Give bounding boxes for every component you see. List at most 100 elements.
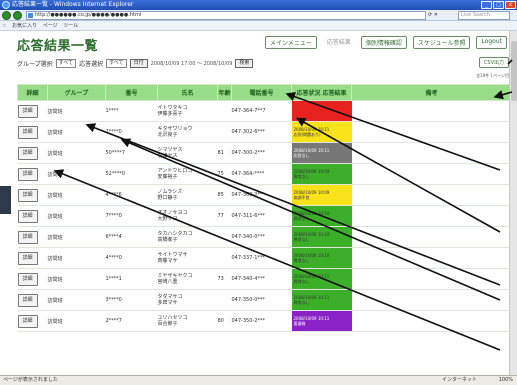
- notes-cell: [351, 247, 512, 269]
- age-cell: [217, 247, 232, 269]
- detail-button[interactable]: 詳細: [17, 209, 38, 223]
- number-cell: 2****0: [105, 121, 158, 143]
- detail-cell: 詳細: [17, 268, 48, 290]
- age-cell: 80: [217, 310, 232, 332]
- search-input[interactable]: Live Search: [458, 11, 510, 20]
- status-cell: 2008/10/09 10:09 体調不良: [291, 184, 352, 206]
- favorites-star-icon[interactable]: ☆: [2, 21, 6, 31]
- notes-cell: [351, 268, 512, 290]
- age-cell: 75: [217, 163, 232, 185]
- filter-row: グループ選択 すべて 応答選択 すべて 日付 2008/10/09 17:00 …: [17, 57, 507, 69]
- detail-button[interactable]: 詳細: [17, 104, 38, 118]
- detail-button[interactable]: 詳細: [17, 125, 38, 139]
- phone-cell: 047-364-****: [231, 163, 292, 185]
- ie-logo-icon: [2, 1, 10, 9]
- table-row: 詳細 訪問班 52****0 アンドウヒロコ 安藤裕子 75 047-364-**** 20…: [17, 163, 512, 185]
- name-cell: サイトウマサ 斉藤マサ: [157, 247, 218, 269]
- table-row: 詳細 訪問班 2****0 キタザワリョウ 北沢良子 047-302-6*** 2008/…: [17, 121, 512, 143]
- name-cell: タカハシタカコ 高橋孝子: [157, 226, 218, 248]
- detail-button[interactable]: 詳細: [17, 146, 38, 160]
- command-toolbar: ☆ お気に入り ページ ツール: [0, 21, 517, 31]
- group-select[interactable]: すべて: [55, 58, 77, 68]
- group-cell: 訪問班: [47, 289, 106, 311]
- csv-export-button[interactable]: CSV出力: [478, 57, 509, 68]
- response-results-link: 応答結果: [322, 36, 355, 49]
- close-button[interactable]: ×: [505, 1, 516, 9]
- detail-button[interactable]: 詳細: [17, 251, 38, 265]
- table-row: 詳細 訪問班 7****0 オオノサヨコ 大野サヨ 77 047-311-6*** 2008…: [17, 205, 512, 227]
- header-detail: 詳細: [17, 84, 48, 101]
- name-cell: アンドウヒロコ 安藤裕子: [157, 163, 218, 185]
- back-icon[interactable]: [2, 11, 11, 20]
- status-cell: 2008/10/09 10:11 要連絡: [291, 310, 352, 332]
- number-cell: 6****4: [105, 226, 158, 248]
- detail-button[interactable]: 詳細: [17, 188, 38, 202]
- minimize-button[interactable]: _: [481, 1, 492, 9]
- name-cell: タダマサコ 多田マサ: [157, 289, 218, 311]
- window-title: 応答結果一覧 - Windows Internet Explorer: [12, 1, 134, 8]
- status-cell: 2008/10/09 10:09 異常なし: [291, 163, 352, 185]
- table-row: 詳細 訪問班 50****7 シマヅヤス 島津ヤス 81 047-300-2*** 2008…: [17, 142, 512, 164]
- group-cell: 訪問班: [47, 247, 106, 269]
- group-cell: 訪問班: [47, 163, 106, 185]
- age-cell: 85: [217, 184, 232, 206]
- phone-cell: 047-364-7**7: [231, 100, 292, 122]
- favorites-menu[interactable]: お気に入り: [12, 21, 37, 31]
- forward-icon[interactable]: [13, 11, 22, 20]
- search-button[interactable]: 検索: [235, 58, 254, 68]
- detail-button[interactable]: 詳細: [17, 230, 38, 244]
- date-button[interactable]: 日付: [129, 58, 148, 68]
- detail-button[interactable]: 詳細: [17, 272, 38, 286]
- vertical-scrollbar[interactable]: [509, 31, 517, 375]
- header-status: 応答状況 応答結果: [291, 84, 352, 101]
- number-cell: 1****: [105, 100, 158, 122]
- group-cell: 訪問班: [47, 268, 106, 290]
- name-cell: ユリハセツコ 百合節子: [157, 310, 218, 332]
- group-cell: 訪問班: [47, 142, 106, 164]
- detail-cell: 詳細: [17, 100, 48, 122]
- detail-cell: 詳細: [17, 226, 48, 248]
- scrollbar-thumb[interactable]: [511, 41, 517, 101]
- table-row: 詳細 訪問班 1****1 ミヤザキヤクコ 宮崎八重 73 047-340-4*** 200…: [17, 268, 512, 290]
- group-select-label: グループ選択: [17, 60, 53, 68]
- results-table: 詳細 グループ 番号 氏名 年齢 電話番号 応答状況 応答結果 備考 詳細 訪問班…: [17, 84, 512, 332]
- name-cell: シマヅヤス 島津ヤス: [157, 142, 218, 164]
- individual-info-link[interactable]: 個別情報確認: [360, 36, 407, 49]
- age-cell: 77: [217, 205, 232, 227]
- detail-button[interactable]: 詳細: [17, 293, 38, 307]
- header-notes: 備考: [351, 84, 512, 101]
- main-menu-link[interactable]: メインメニュー: [265, 36, 317, 49]
- date-range: 2008/10/09 17:00 ～ 2008/10/09: [150, 60, 233, 67]
- page-title: 応答結果一覧: [17, 39, 99, 54]
- schedule-link[interactable]: スケジュール参照: [412, 36, 471, 49]
- group-cell: 訪問班: [47, 100, 106, 122]
- zoom-level[interactable]: 100%: [499, 376, 513, 385]
- status-cell: 2008/10/09 10:11 異常なし: [291, 268, 352, 290]
- notes-cell: [351, 310, 512, 332]
- group-cell: 訪問班: [47, 226, 106, 248]
- tools-menu[interactable]: ツール: [63, 21, 78, 31]
- table-row: 詳細 訪問班 1**** イトウタキコ 伊藤多喜子 047-364-7**7: [17, 100, 512, 122]
- status-cell: 2008/10/09 10:10 異常なし: [291, 226, 352, 248]
- url-input[interactable]: http://●●●●●●.co.jp/●●●●/●●●●.html: [26, 11, 426, 20]
- detail-button[interactable]: 詳細: [17, 167, 38, 181]
- detail-cell: 詳細: [17, 184, 48, 206]
- number-cell: 4****0: [105, 247, 158, 269]
- page-menu[interactable]: ページ: [43, 21, 58, 31]
- number-cell: 7****0: [105, 205, 158, 227]
- logout-link[interactable]: Logout: [476, 36, 507, 49]
- url-text: http://●●●●●●.co.jp/●●●●/●●●●.html: [35, 12, 142, 18]
- refresh-stop-buttons[interactable]: ⟳ ✕: [428, 11, 456, 20]
- maximize-button[interactable]: □: [493, 1, 504, 9]
- window-controls: _ □ ×: [481, 1, 516, 9]
- name-cell: ノムラシズ 野口静子: [157, 184, 218, 206]
- phone-cell: 047-350-2***: [231, 310, 292, 332]
- header-number: 番号: [105, 84, 158, 101]
- top-navigation: メインメニュー 応答結果 個別情報確認 スケジュール参照 Logout: [265, 36, 507, 49]
- name-cell: ミヤザキヤクコ 宮崎八重: [157, 268, 218, 290]
- number-cell: 1****1: [105, 268, 158, 290]
- name-cell: オオノサヨコ 大野サヨ: [157, 205, 218, 227]
- detail-button[interactable]: 詳細: [17, 314, 38, 328]
- security-zone: インターネット: [441, 377, 477, 383]
- status-select[interactable]: すべて: [106, 58, 127, 68]
